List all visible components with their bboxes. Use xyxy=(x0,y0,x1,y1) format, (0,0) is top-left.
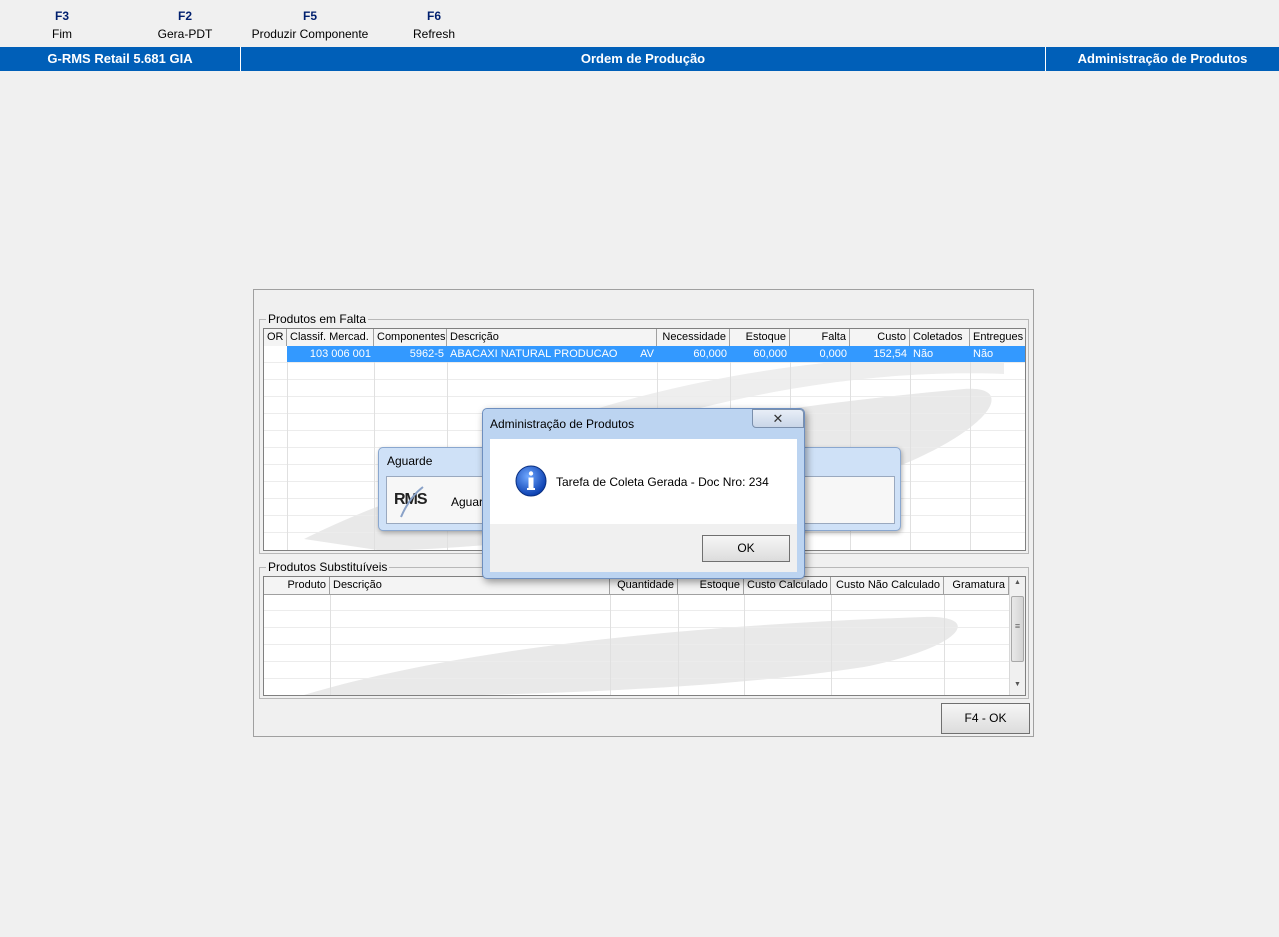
scroll-up-icon[interactable]: ▲ xyxy=(1010,579,1025,586)
screen-title: Ordem de Produção xyxy=(241,47,1046,71)
col-descricao[interactable]: Descrição xyxy=(330,577,610,594)
fkey-code: F6 xyxy=(426,9,441,23)
grid-header: Produto Descrição Quantidade Estoque Cus… xyxy=(264,577,1025,595)
col-custo[interactable]: Custo xyxy=(850,329,910,346)
col-necessidade[interactable]: Necessidade xyxy=(657,329,730,346)
message-dialog: Administração de Produtos Tarefa de Cole… xyxy=(482,408,805,579)
cell-necessidade: 60,000 xyxy=(693,348,727,360)
cell-coletados: Não xyxy=(913,348,934,360)
col-or[interactable]: OR xyxy=(264,329,287,346)
substitute-products-grid[interactable]: Produto Descrição Quantidade Estoque Cus… xyxy=(263,576,1026,696)
fkey-label: Gera-PDT xyxy=(157,27,213,41)
vertical-scrollbar[interactable]: ▲ ≡ ▼ xyxy=(1009,577,1025,695)
fkey-refresh[interactable]: F6 Refresh xyxy=(404,8,464,42)
close-icon: ✕ xyxy=(772,411,784,426)
table-row[interactable]: 103 006 001 5962-5 ABACAXI NATURAL PRODU… xyxy=(264,346,1025,362)
cell-componente: 5962-5 xyxy=(409,348,444,360)
cell-entregues: Não xyxy=(973,348,994,360)
col-custo-nao-calculado[interactable]: Custo Não Calculado xyxy=(831,577,944,594)
fkey-fim[interactable]: F3 Fim xyxy=(32,8,92,42)
cell-falta: 0,000 xyxy=(819,348,847,360)
dialog-ok-button[interactable]: OK xyxy=(702,535,790,562)
dialog-title: Administração de Produtos xyxy=(490,417,635,431)
fkey-code: F5 xyxy=(302,9,317,23)
cell-estoque: 60,000 xyxy=(753,348,787,360)
col-falta[interactable]: Falta xyxy=(790,329,850,346)
dialog-close-button[interactable]: ✕ xyxy=(752,409,804,428)
col-descricao[interactable]: Descrição xyxy=(447,329,657,346)
fkey-label: Fim xyxy=(52,27,72,41)
info-icon xyxy=(515,465,547,497)
f4-ok-button[interactable]: F4 - OK xyxy=(941,703,1030,734)
cell-or xyxy=(264,346,287,362)
scroll-grip-icon: ≡ xyxy=(1014,621,1021,631)
grid-header: OR Classif. Mercad. Componentes Descriçã… xyxy=(264,329,1025,347)
cell-unidade: AV xyxy=(640,348,654,360)
col-quantidade[interactable]: Quantidade xyxy=(610,577,678,594)
fkey-gera-pdt[interactable]: F2 Gera-PDT xyxy=(150,8,220,42)
module-title: Administração de Produtos xyxy=(1077,51,1248,66)
substitute-products-group: Produtos Substituíveis Produto Descrição… xyxy=(259,560,1029,699)
fkey-label: Refresh xyxy=(412,27,456,41)
col-componentes[interactable]: Componentes xyxy=(374,329,447,346)
cell-descricao: ABACAXI NATURAL PRODUCAO xyxy=(450,348,618,360)
col-coletados[interactable]: Coletados xyxy=(910,329,970,346)
col-custo-calculado[interactable]: Custo Calculado xyxy=(744,577,831,594)
dialog-body: Tarefa de Coleta Gerada - Doc Nro: 234 xyxy=(490,439,797,524)
rms-swoosh-icon xyxy=(400,486,424,518)
scroll-thumb[interactable]: ≡ xyxy=(1011,596,1024,662)
fkey-code: F3 xyxy=(54,9,69,23)
fkey-code: F2 xyxy=(177,9,192,23)
cell-custo: 152,54 xyxy=(873,348,907,360)
scroll-down-icon[interactable]: ▼ xyxy=(1010,681,1025,688)
col-classif[interactable]: Classif. Mercad. xyxy=(287,329,374,346)
col-entregues[interactable]: Entregues xyxy=(970,329,1025,346)
col-produto[interactable]: Produto xyxy=(264,577,330,594)
app-version: G-RMS Retail 5.681 GIA xyxy=(0,47,241,71)
fkey-label: Produzir Componente xyxy=(251,27,369,41)
window-title: Aguarde xyxy=(387,454,433,468)
dialog-footer: OK xyxy=(490,524,797,572)
col-estoque[interactable]: Estoque xyxy=(678,577,744,594)
group-legend: Produtos Substituíveis xyxy=(266,560,390,574)
dialog-message: Tarefa de Coleta Gerada - Doc Nro: 234 xyxy=(556,475,769,489)
group-legend: Produtos em Falta xyxy=(266,312,369,326)
col-estoque[interactable]: Estoque xyxy=(730,329,790,346)
col-gramatura[interactable]: Gramatura xyxy=(944,577,1009,594)
fkey-produzir-componente[interactable]: F5 Produzir Componente xyxy=(248,8,372,42)
cell-classif: 103 006 001 xyxy=(309,348,371,360)
title-bar: G-RMS Retail 5.681 GIA Ordem de Produção… xyxy=(0,47,1279,71)
